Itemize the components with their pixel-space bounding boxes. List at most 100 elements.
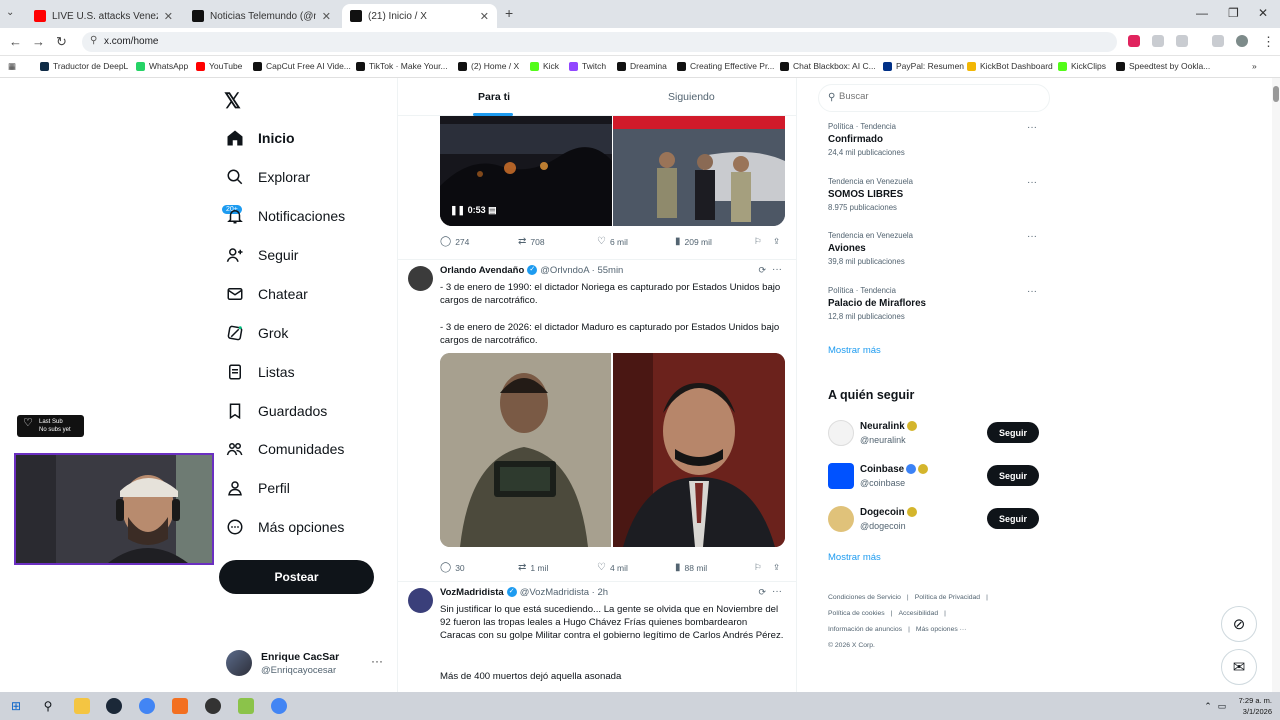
bookmark-kickclips[interactable]: KickClips bbox=[1058, 61, 1106, 71]
url-text[interactable]: x.com/home bbox=[104, 36, 158, 47]
browser-tab-telemundo[interactable]: Noticias Telemundo (@noticias ✕ bbox=[184, 4, 339, 28]
x-logo-icon[interactable]: 𝕏 bbox=[224, 89, 241, 114]
avatar[interactable] bbox=[408, 588, 433, 613]
more-bookmarks-icon[interactable]: » bbox=[1252, 61, 1257, 71]
footer-link[interactable]: Política de cookies bbox=[828, 610, 885, 617]
footer-link[interactable]: Condiciones de Servicio bbox=[828, 594, 901, 601]
network-icon[interactable]: ▭ bbox=[1214, 698, 1230, 714]
nav-item-chatear[interactable]: Chatear bbox=[224, 279, 308, 309]
grok-floating-button[interactable]: ⊘ bbox=[1221, 606, 1257, 642]
tab-para-ti[interactable]: Para ti bbox=[478, 91, 510, 103]
author-name[interactable]: Orlando Avendaño bbox=[440, 265, 524, 276]
show-more-trends-link[interactable]: Mostrar más bbox=[828, 345, 881, 356]
bookmark-creating[interactable]: Creating Effective Pr... bbox=[677, 61, 774, 71]
nav-item-inicio[interactable]: Inicio bbox=[224, 123, 295, 153]
omnibox[interactable]: ⚲ x.com/home bbox=[82, 32, 1117, 52]
follow-button[interactable]: Seguir bbox=[987, 465, 1039, 486]
post-image-noriega[interactable] bbox=[440, 353, 611, 547]
restore-icon[interactable]: ❐ bbox=[1228, 6, 1239, 20]
chrome-active-icon[interactable] bbox=[271, 698, 287, 714]
like-button[interactable]: ♡ 4 mil bbox=[597, 562, 628, 573]
search-icon[interactable]: ⚲ bbox=[40, 698, 56, 714]
reading-list-icon[interactable] bbox=[1212, 35, 1224, 47]
reload-icon[interactable]: ↻ bbox=[56, 34, 67, 50]
tweet-time[interactable]: · 2h bbox=[592, 587, 608, 598]
bookmark-dreamina[interactable]: Dreamina bbox=[617, 61, 667, 71]
forward-icon[interactable]: → bbox=[32, 34, 45, 49]
video-thumbnail[interactable]: ❚❚ 0:53 ▤ bbox=[440, 116, 612, 226]
back-icon[interactable]: ← bbox=[9, 34, 22, 49]
show-more-follow-link[interactable]: Mostrar más bbox=[828, 552, 881, 563]
views-button[interactable]: ▮ 88 mil bbox=[675, 562, 707, 573]
more-dots-icon[interactable]: ··· bbox=[1027, 286, 1037, 297]
bookmark-capcut[interactable]: CapCut Free AI Vide... bbox=[253, 61, 351, 71]
nav-item-guardados[interactable]: Guardados bbox=[224, 396, 327, 426]
more-dots-icon[interactable]: ··· bbox=[1027, 231, 1037, 242]
bookmark-paypal[interactable]: PayPal: Resumen bbox=[883, 61, 964, 71]
footer-link[interactable]: Política de Privacidad bbox=[915, 594, 980, 601]
nav-item-comunidades[interactable]: Comunidades bbox=[224, 434, 344, 464]
tweet-media[interactable] bbox=[440, 353, 785, 547]
close-tab-icon[interactable]: ✕ bbox=[480, 10, 489, 23]
close-window-icon[interactable]: ✕ bbox=[1258, 6, 1268, 20]
trend-item[interactable]: Política · Tendencia Palacio de Miraflor… bbox=[828, 286, 1043, 321]
nav-item-explorar[interactable]: Explorar bbox=[224, 162, 310, 192]
reply-button[interactable]: ◯ 274 bbox=[440, 236, 469, 247]
tab-search-chevron-icon[interactable]: ⌄ bbox=[6, 7, 14, 18]
author-name[interactable]: VozMadridista bbox=[440, 587, 504, 598]
scroll-thumb[interactable] bbox=[1273, 86, 1279, 102]
bookmark-twitch[interactable]: Twitch bbox=[569, 61, 606, 71]
bookmark-tiktok[interactable]: TikTok · Make Your... bbox=[356, 61, 448, 71]
footer-link[interactable]: Accesibilidad bbox=[898, 610, 938, 617]
system-clock[interactable]: 7:29 a. m. 3/1/2026 bbox=[1239, 695, 1272, 717]
views-button[interactable]: ▮ 209 mil bbox=[675, 236, 712, 247]
tab-siguiendo[interactable]: Siguiendo bbox=[668, 91, 715, 103]
more-dots-icon[interactable]: ··· bbox=[371, 654, 383, 668]
nav-item-mas-opciones[interactable]: Más opciones bbox=[224, 512, 344, 542]
extensions-puzzle-icon[interactable] bbox=[1176, 35, 1188, 47]
bookmark-youtube[interactable]: YouTube bbox=[196, 61, 242, 71]
profile-avatar-icon[interactable] bbox=[1236, 35, 1248, 47]
tweet-vozmadridista[interactable]: VozMadridista ✓ @VozMadridista · 2h ⟳ ··· … bbox=[398, 581, 796, 692]
follow-suggestion-coinbase[interactable]: Coinbase @coinbase Seguir bbox=[828, 463, 1048, 495]
trend-item[interactable]: Política · Tendencia Confirmado 24,4 mil… bbox=[828, 122, 1043, 157]
bookmark-post-icon[interactable]: ⚐ bbox=[754, 562, 762, 573]
close-tab-icon[interactable]: ✕ bbox=[164, 10, 173, 23]
trend-item[interactable]: Tendencia en Venezuela SOMOS LIBRES 8.97… bbox=[828, 177, 1043, 212]
site-info-icon[interactable]: ⚲ bbox=[90, 35, 97, 46]
avatar[interactable] bbox=[408, 266, 433, 291]
grok-explain-icon[interactable]: ⟳ bbox=[758, 587, 766, 598]
tweet-orlando[interactable]: Orlando Avendaño ✓ @OrlvndoA · 55min ⟳ ···… bbox=[398, 259, 796, 581]
account-switcher[interactable]: Enrique CacSar @Enriqcayocesar ··· bbox=[226, 648, 386, 680]
post-button[interactable]: Postear bbox=[219, 560, 374, 594]
minimize-icon[interactable]: — bbox=[1196, 6, 1208, 20]
more-dots-icon[interactable]: ··· bbox=[1027, 122, 1037, 133]
nav-item-listas[interactable]: Listas bbox=[224, 357, 295, 387]
reply-button[interactable]: ◯ 30 bbox=[440, 562, 465, 573]
bookmark-deepl[interactable]: Traductor de DeepL bbox=[40, 61, 128, 71]
file-explorer-icon[interactable] bbox=[74, 698, 90, 714]
bookmark-post-icon[interactable]: ⚐ bbox=[754, 236, 762, 247]
more-dots-icon[interactable]: ··· bbox=[772, 264, 782, 275]
new-tab-icon[interactable]: + bbox=[505, 5, 513, 21]
repost-button[interactable]: ⇄ 1 mil bbox=[518, 562, 548, 573]
footer-link[interactable]: Más opciones ··· bbox=[916, 626, 967, 633]
search-box[interactable]: ⚲ bbox=[818, 84, 1050, 112]
nav-item-notificaciones[interactable]: Notificaciones bbox=[224, 201, 345, 231]
follow-button[interactable]: Seguir bbox=[987, 422, 1039, 443]
author-handle[interactable]: @OrlvndoA bbox=[540, 265, 589, 276]
chrome-menu-icon[interactable]: ⋮ bbox=[1262, 34, 1275, 50]
footer-link[interactable]: Información de anuncios bbox=[828, 626, 902, 633]
repost-button[interactable]: ⇄ 708 bbox=[518, 236, 545, 247]
windows-start-icon[interactable]: ⊞ bbox=[8, 698, 24, 714]
app-icon[interactable] bbox=[238, 698, 254, 714]
share-icon[interactable]: ⇪ bbox=[773, 562, 780, 573]
bookmark-x-home[interactable]: (2) Home / X bbox=[458, 61, 519, 71]
steam-icon[interactable] bbox=[106, 698, 122, 714]
close-tab-icon[interactable]: ✕ bbox=[322, 10, 331, 23]
post-image-maduro[interactable] bbox=[613, 353, 785, 547]
more-dots-icon[interactable]: ··· bbox=[772, 586, 782, 597]
apps-grid-icon[interactable]: ▦ bbox=[8, 61, 16, 72]
browser-tab-x-home[interactable]: (21) Inicio / X ✕ bbox=[342, 4, 497, 28]
search-input[interactable] bbox=[839, 91, 1039, 102]
